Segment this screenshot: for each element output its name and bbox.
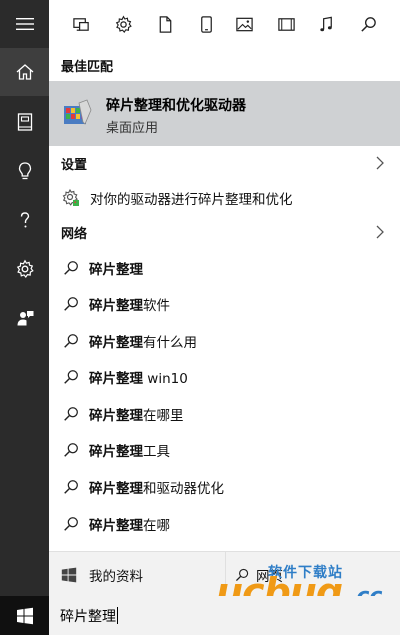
my-stuff-button[interactable]: 我的资料 [49, 552, 224, 597]
my-stuff-label: 我的资料 [89, 568, 143, 585]
filter-phone-button[interactable] [194, 12, 218, 36]
web-suggestion-label: 碎片整理软件 [89, 297, 170, 314]
web-suggestion[interactable]: 碎片整理工具 [49, 431, 400, 468]
web-suggestion[interactable]: 碎片整理和驱动器优化 [49, 468, 400, 505]
web-suggestion-label: 碎片整理 [89, 261, 143, 278]
lightbulb-icon [18, 162, 31, 180]
filter-music-button[interactable] [314, 12, 338, 36]
web-suggestion-label: 碎片整理在哪 [89, 517, 170, 534]
bottom-bar: 我的资料 网页 [49, 551, 400, 597]
menu-button[interactable] [0, 0, 49, 48]
windows-icon [61, 567, 77, 582]
music-icon [319, 16, 332, 31]
web-search-label: 网页 [256, 568, 283, 585]
web-suggestion[interactable]: 碎片整理 [49, 249, 400, 286]
feedback-button[interactable] [0, 294, 49, 342]
web-suggestion-label: 碎片整理和驱动器优化 [89, 480, 224, 497]
taskbar: 碎片整理 [0, 596, 400, 635]
best-match-result[interactable]: 碎片整理和优化驱动器 桌面应用 [49, 81, 400, 146]
web-header-label: 网络 [61, 226, 88, 242]
settings-header-label: 设置 [61, 157, 88, 173]
web-suggestion-label: 碎片整理在哪里 [89, 407, 184, 424]
filter-documents-button[interactable] [153, 12, 177, 36]
settings-result-label: 对你的驱动器进行碎片整理和优化 [90, 191, 293, 208]
settings-header[interactable]: 设置 [49, 146, 400, 180]
start-search-panel: 最佳匹配 碎片整理和优化驱动器 桌面应用 设置 对你的驱动器进行碎片整理和优化 [0, 0, 400, 635]
web-suggestion-label: 碎片整理 win10 [89, 370, 188, 387]
left-rail [0, 0, 49, 596]
search-icon [235, 568, 249, 581]
web-suggestion[interactable]: 碎片整理在哪 [49, 505, 400, 542]
settings-icon [115, 15, 132, 33]
web-suggestion-label: 碎片整理工具 [89, 443, 170, 460]
search-icon [64, 479, 78, 494]
document-icon [159, 15, 171, 33]
filter-settings-button[interactable] [111, 12, 135, 36]
filter-apps-button[interactable] [69, 12, 93, 36]
notebook-button[interactable] [0, 98, 49, 146]
defrag-app-icon [64, 99, 92, 125]
search-input[interactable]: 碎片整理 [49, 596, 400, 635]
help-button[interactable] [0, 196, 49, 244]
search-icon [64, 442, 78, 457]
filter-web-button[interactable] [356, 12, 380, 36]
best-match-title: 碎片整理和优化驱动器 [106, 98, 246, 114]
gear-icon [16, 259, 34, 278]
photo-icon [235, 17, 253, 31]
defrag-settings-icon [62, 188, 79, 206]
web-suggestion[interactable]: 碎片整理有什么用 [49, 322, 400, 359]
search-icon [64, 406, 78, 421]
start-button[interactable] [0, 596, 49, 635]
search-input-value: 碎片整理 [60, 608, 116, 625]
search-icon [64, 516, 78, 531]
search-icon [64, 260, 78, 275]
best-match-subtitle: 桌面应用 [106, 121, 159, 136]
settings-result[interactable]: 对你的驱动器进行碎片整理和优化 [49, 180, 400, 215]
feedback-icon [17, 311, 33, 326]
search-icon [360, 16, 376, 32]
apps-icon [72, 17, 89, 31]
filter-bar [49, 0, 400, 48]
settings-button[interactable] [0, 245, 49, 293]
chevron-right-icon [376, 156, 384, 170]
web-suggestion-label: 碎片整理有什么用 [89, 334, 197, 351]
help-icon [20, 212, 29, 228]
filter-videos-button[interactable] [274, 12, 298, 36]
search-icon [64, 369, 78, 384]
reminders-button[interactable] [0, 147, 49, 195]
search-icon [64, 333, 78, 348]
notebook-icon [17, 113, 32, 131]
filter-photos-button[interactable] [232, 12, 256, 36]
web-suggestion[interactable]: 碎片整理在哪里 [49, 395, 400, 432]
chevron-right-icon [376, 225, 384, 239]
windows-logo-icon [16, 607, 33, 624]
web-search-button[interactable]: 网页 [225, 552, 400, 597]
menu-icon [15, 18, 34, 30]
text-caret [117, 607, 118, 624]
best-match-header-label: 最佳匹配 [61, 59, 114, 75]
search-icon [64, 296, 78, 311]
video-icon [277, 17, 295, 31]
web-suggestion[interactable]: 碎片整理软件 [49, 285, 400, 322]
web-suggestion[interactable]: 碎片整理 win10 [49, 358, 400, 395]
home-button[interactable] [0, 48, 49, 96]
home-icon [16, 64, 33, 80]
phone-icon [200, 15, 212, 33]
web-header[interactable]: 网络 [49, 215, 400, 249]
